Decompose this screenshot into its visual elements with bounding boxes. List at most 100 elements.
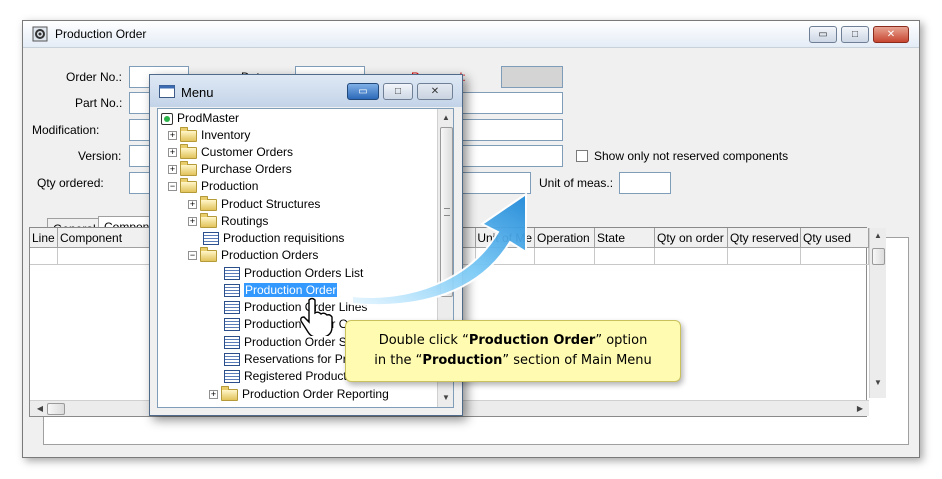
- grid-form-icon: [224, 370, 240, 384]
- grid-form-icon: [224, 267, 240, 281]
- close-button[interactable]: ✕: [873, 26, 909, 43]
- expand-icon[interactable]: +: [209, 390, 218, 400]
- scroll-down-icon[interactable]: ▼: [870, 378, 886, 387]
- expand-icon[interactable]: +: [168, 131, 177, 141]
- tree-node-prodmaster[interactable]: ProdMaster: [161, 110, 239, 127]
- unit-of-meas-field[interactable]: [619, 172, 671, 194]
- tree-label: Customer Orders: [201, 145, 294, 159]
- tree-node-production-order-s[interactable]: Production Order S: [224, 334, 347, 351]
- menu-title-bar[interactable]: Menu ▭ □ ✕: [150, 75, 462, 107]
- column-header-state[interactable]: State: [595, 228, 655, 248]
- scroll-up-icon[interactable]: ▲: [438, 113, 453, 122]
- grid-cell[interactable]: [655, 248, 728, 265]
- qty-ordered-label: Qty ordered:: [37, 176, 104, 190]
- menu-close-button[interactable]: ✕: [417, 83, 453, 100]
- order-no-label: Order No.:: [66, 70, 123, 84]
- minimize-icon: ▭: [358, 86, 368, 97]
- column-header-line[interactable]: Line: [30, 228, 58, 248]
- curved-arrow-icon: [351, 192, 527, 307]
- tree-label: Production Order Reporting: [242, 387, 389, 401]
- version-description-field[interactable]: [461, 145, 563, 167]
- gear-icon: [32, 26, 48, 42]
- tree-label: Routings: [221, 214, 269, 228]
- part-no-label: Part No.:: [75, 96, 123, 110]
- callout-bold-text: Production: [422, 353, 503, 368]
- open-folder-icon: [180, 177, 197, 193]
- expand-icon[interactable]: +: [168, 165, 177, 175]
- menu-maximize-button[interactable]: □: [383, 83, 413, 100]
- reserved-field: [501, 66, 563, 88]
- grid-vertical-thumb[interactable]: [872, 248, 885, 265]
- part-description-field[interactable]: [461, 92, 563, 114]
- tree-node-customer-orders[interactable]: + Customer Orders: [168, 143, 294, 161]
- instruction-callout: Double click “Production Order” option i…: [345, 320, 681, 382]
- hand-pointer-icon: [300, 297, 333, 336]
- maximize-icon: □: [851, 29, 859, 40]
- tree-label: Product Structures: [221, 197, 321, 211]
- maximize-button[interactable]: □: [841, 26, 869, 43]
- tree-label: ProdMaster: [177, 111, 240, 125]
- callout-line-2: in the “Production” section of Main Menu: [346, 351, 680, 371]
- callout-line-1: Double click “Production Order” option: [346, 331, 680, 351]
- minimize-button[interactable]: ▭: [809, 26, 837, 43]
- column-header-component[interactable]: Component: [58, 228, 150, 248]
- tree-node-purchase-orders[interactable]: + Purchase Orders: [168, 160, 292, 178]
- version-label: Version:: [78, 149, 122, 163]
- grid-cell[interactable]: [535, 248, 595, 265]
- callout-text: ” section of Main Menu: [502, 353, 652, 368]
- callout-bold-text: Production Order: [468, 333, 596, 348]
- folder-icon: [180, 143, 197, 159]
- grid-cell[interactable]: [728, 248, 801, 265]
- grid-cell[interactable]: [801, 248, 869, 265]
- folder-icon: [200, 195, 217, 211]
- tree-node-production-order-reporting[interactable]: + Production Order Reporting: [209, 385, 389, 403]
- expand-icon[interactable]: +: [188, 217, 197, 227]
- grid-cell[interactable]: [58, 248, 150, 265]
- modification-description-field[interactable]: [461, 119, 563, 141]
- folder-icon: [221, 385, 238, 401]
- scroll-up-icon[interactable]: ▲: [870, 231, 886, 240]
- tree-label: Purchase Orders: [201, 162, 292, 176]
- menu-minimize-button[interactable]: ▭: [347, 83, 379, 100]
- expand-icon[interactable]: +: [168, 148, 177, 158]
- form-icon: [224, 284, 240, 298]
- open-folder-icon: [200, 246, 217, 262]
- grid-horizontal-thumb[interactable]: [47, 403, 65, 415]
- tree-node-production[interactable]: − Production: [168, 177, 258, 195]
- grid-vertical-scrollbar[interactable]: ▲ ▼: [869, 228, 886, 398]
- tree-node-product-structures[interactable]: + Product Structures: [188, 195, 321, 213]
- scroll-down-icon[interactable]: ▼: [438, 393, 453, 402]
- grid-form-icon: [224, 353, 240, 367]
- tree-node-reservations[interactable]: Reservations for Pr: [224, 351, 347, 368]
- root-icon: [161, 112, 173, 125]
- expand-icon[interactable]: +: [188, 200, 197, 210]
- column-header-operation[interactable]: Operation: [535, 228, 595, 248]
- tree-node-production-requisitions[interactable]: Production requisitions: [203, 230, 344, 247]
- grid-form-icon: [224, 301, 240, 315]
- collapse-icon[interactable]: −: [188, 251, 197, 261]
- collapse-icon[interactable]: −: [168, 182, 177, 192]
- grid-form-icon: [224, 318, 240, 332]
- grid-cell[interactable]: [595, 248, 655, 265]
- menu-window-title: Menu: [181, 85, 214, 100]
- tree-node-routings[interactable]: + Routings: [188, 212, 269, 230]
- folder-icon: [180, 126, 197, 142]
- tree-node-registered-product[interactable]: Registered Product: [224, 368, 347, 385]
- tree-node-inventory[interactable]: + Inventory: [168, 126, 250, 144]
- column-header-qty-reserved[interactable]: Qty reserved: [728, 228, 801, 248]
- show-only-not-reserved-checkbox[interactable]: [576, 150, 588, 162]
- tree-label: Reservations for Pr: [244, 352, 347, 366]
- callout-text: Double click “: [378, 333, 469, 348]
- main-title-bar[interactable]: Production Order ▭ □ ✕: [23, 21, 919, 48]
- tree-node-production-orders[interactable]: − Production Orders: [188, 246, 318, 264]
- column-header-qty-on-order[interactable]: Qty on order: [655, 228, 728, 248]
- column-header-qty-used[interactable]: Qty used: [801, 228, 869, 248]
- tree-label-selected: Production Order: [244, 283, 338, 297]
- scroll-left-icon[interactable]: ◀: [35, 404, 45, 413]
- maximize-icon: □: [394, 86, 402, 97]
- folder-icon: [180, 160, 197, 176]
- grid-cell[interactable]: [30, 248, 58, 265]
- scroll-right-icon[interactable]: ▶: [855, 404, 865, 413]
- tree-label: Registered Product: [244, 369, 347, 383]
- tree-label: Production requisitions: [223, 231, 345, 245]
